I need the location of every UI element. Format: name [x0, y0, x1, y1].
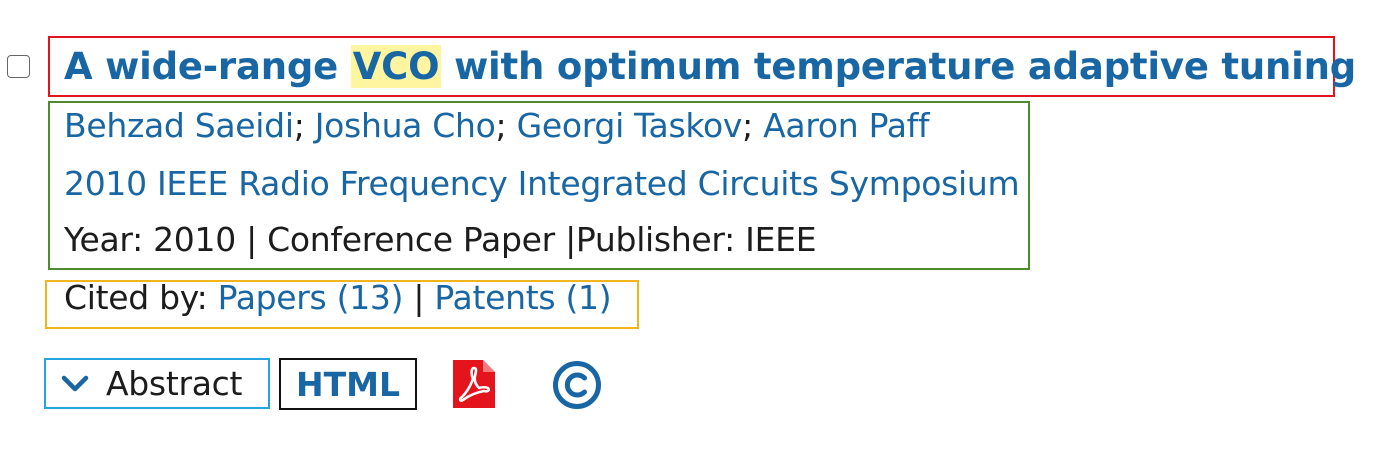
publisher-label: Publisher:: [575, 220, 735, 259]
authors-list: Behzad Saeidi; Joshua Cho; Georgi Taskov…: [64, 106, 930, 146]
result-title-link[interactable]: A wide-range VCO with optimum temperatur…: [64, 44, 1356, 90]
publication-meta: Year: 2010 | Conference Paper |Publisher…: [64, 220, 817, 260]
chevron-down-icon: [61, 375, 89, 391]
meta-separator: |: [565, 220, 576, 259]
title-prefix: A wide-range: [64, 45, 351, 88]
cited-patents-link[interactable]: Patents (1): [434, 278, 611, 317]
author-link[interactable]: Aaron Paff: [763, 106, 929, 145]
year-label: Year:: [64, 220, 143, 259]
title-search-term-highlight: VCO: [350, 45, 442, 88]
author-link[interactable]: Georgi Taskov: [517, 106, 743, 145]
cited-by-row: Cited by: Papers (13) | Patents (1): [64, 278, 612, 318]
meta-separator: |: [246, 220, 257, 259]
author-separator: ;: [293, 106, 305, 145]
cited-by-label: Cited by:: [64, 278, 208, 317]
abstract-label: Abstract: [106, 364, 243, 403]
copyright-icon[interactable]: [552, 360, 602, 410]
author-link[interactable]: Joshua Cho: [315, 106, 496, 145]
author-separator: ;: [495, 106, 507, 145]
author-link[interactable]: Behzad Saeidi: [64, 106, 294, 145]
publisher-value: IEEE: [745, 220, 817, 259]
content-type: Conference Paper: [267, 220, 555, 259]
pdf-icon[interactable]: [453, 360, 495, 408]
title-suffix: with optimum temperature adaptive tuning: [441, 45, 1357, 88]
cited-papers-link[interactable]: Papers (13): [218, 278, 404, 317]
publication-venue-link[interactable]: 2010 IEEE Radio Frequency Integrated Cir…: [64, 164, 1020, 204]
cited-separator: |: [413, 278, 425, 317]
abstract-toggle-button[interactable]: Abstract: [44, 358, 270, 409]
year-value: 2010: [153, 220, 236, 259]
html-fulltext-button[interactable]: HTML: [279, 358, 417, 410]
select-checkbox[interactable]: [7, 55, 30, 78]
author-separator: ;: [742, 106, 753, 145]
